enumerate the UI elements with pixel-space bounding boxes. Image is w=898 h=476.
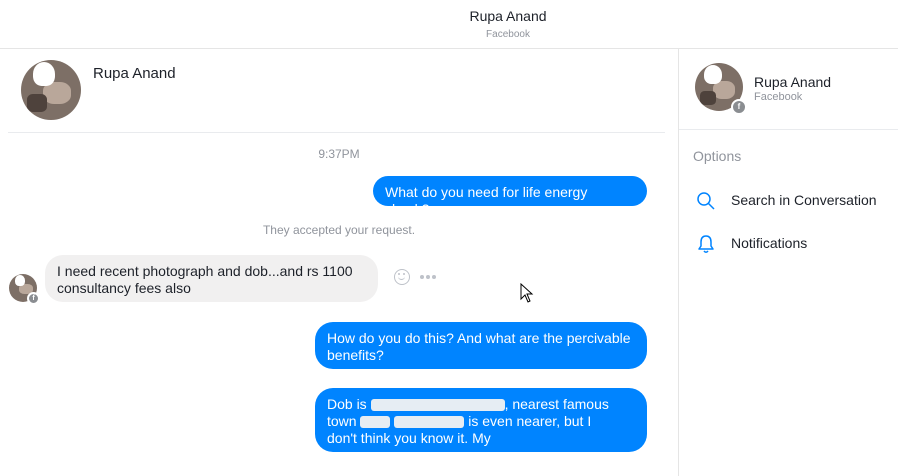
message-text-line: Dob is , nearest famous <box>327 396 609 412</box>
message-text-line: I need recent photograph and dob...and r… <box>57 263 353 279</box>
window-subtitle: Facebook <box>486 29 530 40</box>
facebook-badge-icon: f <box>731 99 747 115</box>
search-icon <box>697 192 715 210</box>
sidebar-contact-source: Facebook <box>754 91 803 103</box>
notifications-option[interactable]: Notifications <box>693 230 893 258</box>
divider <box>679 129 898 130</box>
cursor-icon <box>520 283 534 303</box>
more-icon[interactable] <box>420 275 424 279</box>
top-bar: Rupa Anand Facebook <box>0 0 898 49</box>
chat-header-name[interactable]: Rupa Anand <box>93 65 176 82</box>
smile-icon[interactable] <box>394 269 410 285</box>
conversation-pane: Rupa Anand 9:37PM What do you need for l… <box>0 49 678 476</box>
option-label: Notifications <box>731 235 808 251</box>
message-text-line: consultancy fees also <box>57 280 191 296</box>
request-accepted-notice: They accepted your request. <box>262 223 416 237</box>
message-text: What do you need for life energy check? <box>385 184 588 217</box>
outgoing-message[interactable]: How do you do this? And what are the per… <box>315 322 647 369</box>
outgoing-message[interactable]: Dob is , nearest famous town is even nea… <box>315 388 647 452</box>
message-timestamp: 9:37PM <box>318 147 360 161</box>
window-title: Rupa Anand <box>469 8 547 24</box>
search-in-conversation-option[interactable]: Search in Conversation <box>693 187 893 215</box>
bell-icon <box>698 235 714 253</box>
sidebar-contact-name[interactable]: Rupa Anand <box>754 74 831 90</box>
message-text-line: town is even nearer, but I <box>327 413 592 429</box>
divider <box>8 132 665 133</box>
facebook-badge-icon: f <box>27 292 40 305</box>
options-heading: Options <box>693 148 742 164</box>
message-text-line: benefits? <box>327 347 384 363</box>
conversation-info-sidebar: f Rupa Anand Facebook Options Search in … <box>678 49 898 476</box>
redacted-text <box>370 399 505 412</box>
option-label: Search in Conversation <box>731 192 877 208</box>
incoming-message[interactable]: I need recent photograph and dob...and r… <box>45 255 378 302</box>
outgoing-message[interactable]: What do you need for life energy check? <box>373 176 647 217</box>
contact-avatar[interactable] <box>21 60 81 120</box>
message-text-line: How do you do this? And what are the per… <box>327 330 631 346</box>
redacted-text <box>394 416 465 429</box>
message-text-line: don't think you know it. My <box>327 430 491 446</box>
redacted-text <box>360 416 391 429</box>
